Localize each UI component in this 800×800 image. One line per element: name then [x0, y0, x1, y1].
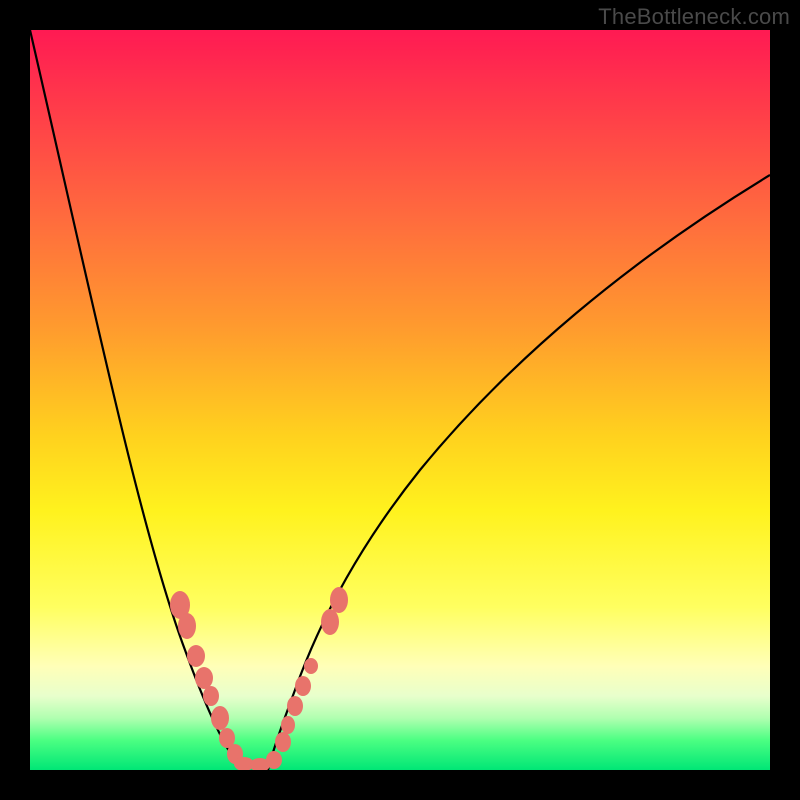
- data-point-marker: [295, 676, 311, 696]
- chart-frame: TheBottleneck.com: [0, 0, 800, 800]
- data-point-marker: [287, 696, 303, 716]
- data-point-marker: [304, 658, 318, 674]
- bottleneck-curve: [30, 30, 770, 770]
- curve-right-branch: [268, 175, 770, 770]
- watermark-text: TheBottleneck.com: [598, 4, 790, 30]
- data-point-marker: [330, 587, 348, 613]
- data-point-marker: [187, 645, 205, 667]
- data-point-marker: [195, 667, 213, 689]
- data-point-marker: [266, 751, 282, 769]
- plot-area: [30, 30, 770, 770]
- data-point-marker: [178, 613, 196, 639]
- data-point-marker: [321, 609, 339, 635]
- marker-group: [170, 587, 348, 770]
- data-point-marker: [203, 686, 219, 706]
- data-point-marker: [281, 716, 295, 734]
- data-point-marker: [275, 732, 291, 752]
- data-point-marker: [211, 706, 229, 730]
- curve-left-branch: [30, 30, 242, 770]
